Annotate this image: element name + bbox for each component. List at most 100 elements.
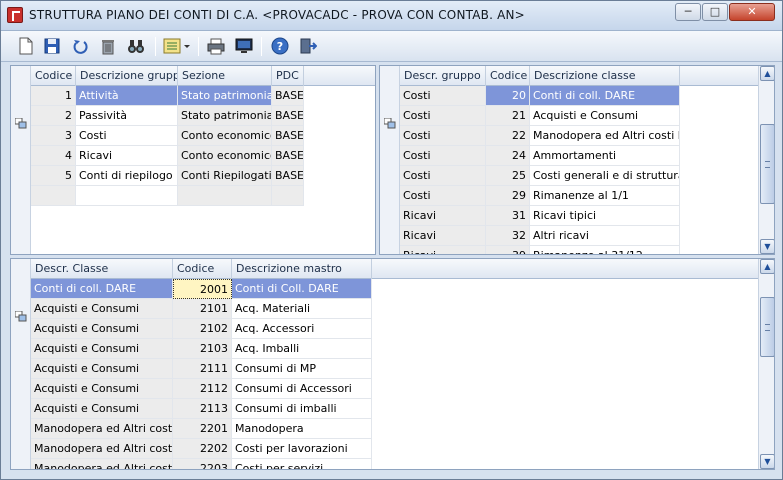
cell-sezione[interactable]: Conto economico <box>178 126 272 146</box>
cell-descr-classe[interactable]: Manodopera ed Altri costi... <box>31 439 173 459</box>
col-descrizione-gruppo[interactable]: Descrizione gruppo <box>76 66 178 86</box>
grid-link-icon[interactable] <box>383 117 396 129</box>
col-codice[interactable]: Codice <box>31 66 76 86</box>
cell-codice[interactable]: 21 <box>486 106 530 126</box>
cell-descrizione-mastro[interactable]: Acq. Materiali <box>232 299 372 319</box>
cell-descrizione-mastro[interactable]: Costi per lavorazioni <box>232 439 372 459</box>
cell-pdc[interactable]: BASE <box>272 146 304 166</box>
table-row[interactable]: Manodopera ed Altri costi... 2202 Costi pe… <box>31 439 372 459</box>
cell-codice[interactable]: 2202 <box>173 439 232 459</box>
cell-descrizione-mastro[interactable]: Acq. Imballi <box>232 339 372 359</box>
cell-codice[interactable]: 2001 <box>173 279 232 299</box>
table-row[interactable]: Acquisti e Consumi 2113 Consumi di imballi <box>31 399 372 419</box>
cell-codice[interactable]: 20 <box>486 86 530 106</box>
cell-descrizione-gruppo[interactable]: Conti di riepilogo <box>76 166 178 186</box>
cell-codice[interactable]: 2201 <box>173 419 232 439</box>
save-icon[interactable] <box>41 36 63 56</box>
cell-codice[interactable]: 2111 <box>173 359 232 379</box>
cell-pdc[interactable] <box>272 186 304 206</box>
cell-codice[interactable]: 5 <box>31 166 76 186</box>
table-row[interactable]: Costi 29 Rimanenze al 1/1 <box>400 186 680 206</box>
cell-descr-classe[interactable]: Conti di coll. DARE <box>31 279 173 299</box>
table-row[interactable]: Costi 24 Ammortamenti <box>400 146 680 166</box>
cell-codice[interactable]: 2 <box>31 106 76 126</box>
table-row[interactable]: Manodopera ed Altri costi... 2201 Manodope… <box>31 419 372 439</box>
table-row[interactable]: Costi22Manodopera ed Altri costi lav. <box>400 126 680 146</box>
cell-descrizione-gruppo[interactable]: Costi <box>76 126 178 146</box>
cell-descrizione-classe[interactable]: Rimanenze al 1/1 <box>530 186 680 206</box>
cell-pdc[interactable]: BASE <box>272 86 304 106</box>
col-sezione[interactable]: Sezione <box>178 66 272 86</box>
cell-descrizione-classe[interactable]: Ricavi tipici <box>530 206 680 226</box>
print-icon[interactable] <box>205 36 227 56</box>
cell-codice[interactable]: 2101 <box>173 299 232 319</box>
cell-sezione[interactable]: Stato patrimoniale <box>178 106 272 126</box>
cell-descrizione-mastro[interactable]: Consumi di MP <box>232 359 372 379</box>
cell-descrizione-classe[interactable]: Rimanenze al 31/12 <box>530 246 680 254</box>
cell-codice[interactable]: 39 <box>486 246 530 254</box>
cell-descrizione-gruppo[interactable]: Attività <box>76 86 178 106</box>
cell-descrizione-classe[interactable]: Manodopera ed Altri costi lav. <box>530 126 680 146</box>
cell-pdc[interactable]: BASE <box>272 166 304 186</box>
table-row[interactable]: Acquisti e Consumi 2103 Acq. Imballi <box>31 339 372 359</box>
table-row[interactable]: Acquisti e Consumi 2112 Consumi di Accesso… <box>31 379 372 399</box>
col-descrizione-mastro[interactable]: Descrizione mastro <box>232 259 372 279</box>
table-row[interactable]: Costi 20 Conti di coll. DARE <box>400 86 680 106</box>
cell-descr-classe[interactable]: Manodopera ed Altri costi... <box>31 459 173 469</box>
list-dropdown-icon[interactable] <box>161 36 193 56</box>
table-row[interactable]: 5 Conti di riepilogo Conti Riepilogativi BA… <box>31 166 304 186</box>
table-row[interactable]: Acquisti e Consumi 2102 Acq. Accessori <box>31 319 372 339</box>
grid-link-icon[interactable] <box>14 310 27 322</box>
cell-descr-classe[interactable]: Acquisti e Consumi <box>31 399 173 419</box>
table-row[interactable]: Conti di coll. DARE 2001 Conti di Coll. DA… <box>31 279 372 299</box>
cell-descr-classe[interactable]: Manodopera ed Altri costi... <box>31 419 173 439</box>
cell-sezione[interactable] <box>178 186 272 206</box>
cell-descr-gruppo[interactable]: Ricavi <box>400 206 486 226</box>
cell-codice[interactable]: 24 <box>486 146 530 166</box>
cell-descr-gruppo[interactable]: Costi <box>400 86 486 106</box>
grid-link-icon[interactable] <box>14 117 27 129</box>
cell-codice[interactable]: 25 <box>486 166 530 186</box>
cell-descr-classe[interactable]: Acquisti e Consumi <box>31 359 173 379</box>
table-row[interactable]: 3 Costi Conto economico BASE <box>31 126 304 146</box>
cell-descr-classe[interactable]: Acquisti e Consumi <box>31 379 173 399</box>
cell-descrizione-mastro[interactable]: Costi per servizi <box>232 459 372 469</box>
cell-codice[interactable]: 1 <box>31 86 76 106</box>
cell-codice[interactable]: 32 <box>486 226 530 246</box>
scroll-down-icon[interactable]: ▼ <box>760 454 774 469</box>
table-row[interactable]: Acquisti e Consumi 2111 Consumi di MP <box>31 359 372 379</box>
table-row[interactable]: Acquisti e Consumi 2101 Acq. Materiali <box>31 299 372 319</box>
cell-descr-gruppo[interactable]: Costi <box>400 126 486 146</box>
cell-codice[interactable] <box>31 186 76 206</box>
help-icon[interactable]: ? <box>269 36 291 56</box>
cell-sezione[interactable]: Conto economico <box>178 146 272 166</box>
col-descr-classe[interactable]: Descr. Classe <box>31 259 173 279</box>
cell-sezione[interactable]: Conti Riepilogativi <box>178 166 272 186</box>
table-row[interactable]: Ricavi 32 Altri ricavi <box>400 226 680 246</box>
cell-descr-gruppo[interactable]: Ricavi <box>400 246 486 254</box>
cell-codice[interactable]: 22 <box>486 126 530 146</box>
col-descrizione-classe[interactable]: Descrizione classe <box>530 66 680 86</box>
scroll-thumb[interactable] <box>760 297 774 357</box>
table-row[interactable]: Manodopera ed Altri costi... 2203 Costi pe… <box>31 459 372 469</box>
cell-codice[interactable]: 2102 <box>173 319 232 339</box>
cell-descrizione-classe[interactable]: Ammortamenti <box>530 146 680 166</box>
col-pdc[interactable]: PDC <box>272 66 304 86</box>
preview-monitor-icon[interactable] <box>233 36 255 56</box>
cell-codice[interactable]: 2203 <box>173 459 232 469</box>
cell-descrizione-gruppo[interactable]: Ricavi <box>76 146 178 166</box>
mastri-scrollbar[interactable]: ▲ ▼ <box>758 259 774 469</box>
new-row[interactable] <box>31 186 304 206</box>
cell-sezione[interactable]: Stato patrimoniale <box>178 86 272 106</box>
minimize-button[interactable]: ─ <box>675 3 701 21</box>
table-row[interactable]: Ricavi 31 Ricavi tipici <box>400 206 680 226</box>
cell-descr-classe[interactable]: Acquisti e Consumi <box>31 319 173 339</box>
cell-descr-gruppo[interactable]: Ricavi <box>400 226 486 246</box>
maximize-button[interactable]: □ <box>702 3 728 21</box>
cell-descrizione-mastro[interactable]: Consumi di imballi <box>232 399 372 419</box>
table-row[interactable]: Costi 21 Acquisti e Consumi <box>400 106 680 126</box>
cell-codice[interactable]: 2113 <box>173 399 232 419</box>
table-row[interactable]: 4 Ricavi Conto economico BASE <box>31 146 304 166</box>
cell-descrizione-classe[interactable]: Costi generali e di struttura <box>530 166 680 186</box>
exit-icon[interactable] <box>297 36 319 56</box>
